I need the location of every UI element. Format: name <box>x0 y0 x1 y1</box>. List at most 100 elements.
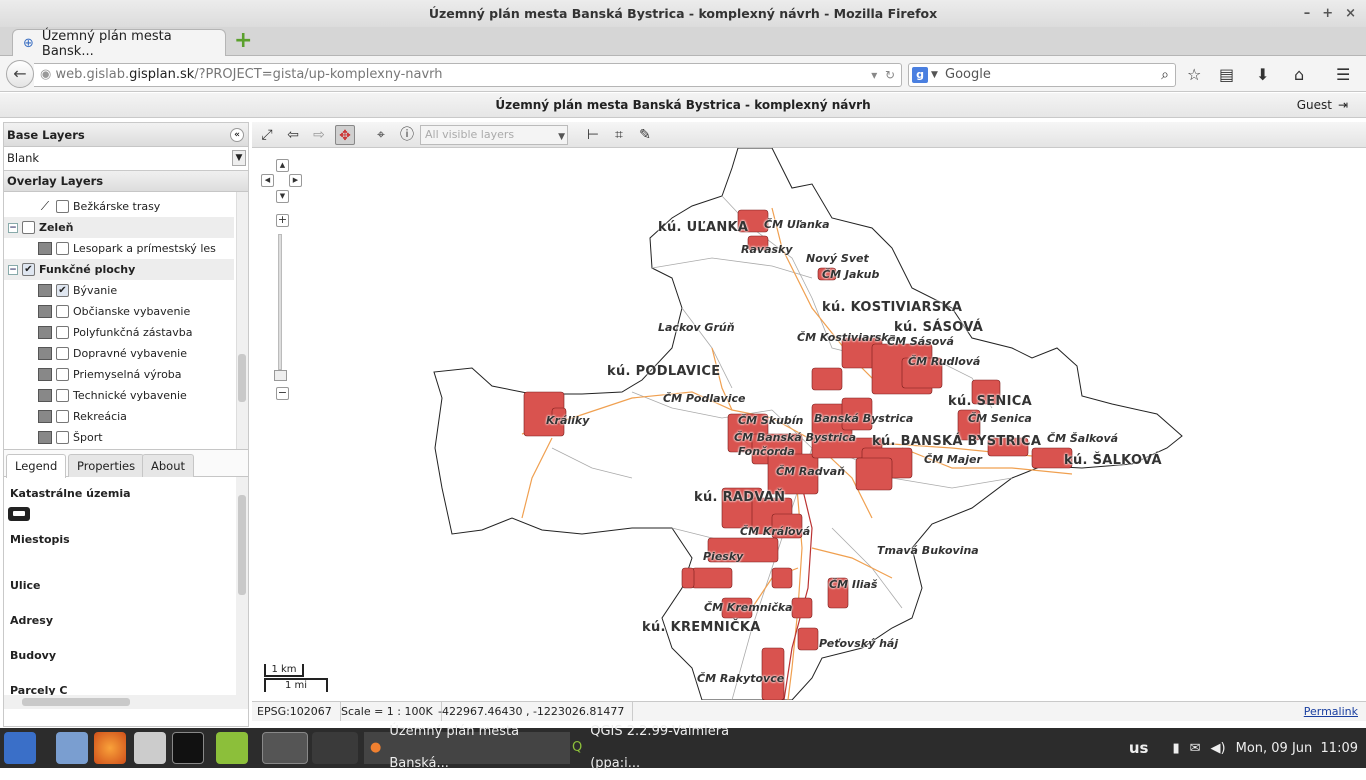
pan-tool-icon[interactable]: ✥ <box>335 125 355 145</box>
tab-about[interactable]: About <box>142 454 195 477</box>
pan-right-icon[interactable]: ▶ <box>289 174 302 187</box>
bookmark-star-icon[interactable]: ☆ <box>1187 65 1201 84</box>
tree-scrollbar[interactable] <box>236 192 248 449</box>
measure-length-icon[interactable]: ⊢ <box>583 125 603 145</box>
taskbar-qgis-window[interactable]: Q QGIS 2.2.99-Valmiera (ppa:i... <box>566 724 776 771</box>
url-bar[interactable]: ◉ web.gislab.gisplan.sk/?PROJECT=gista/u… <box>34 63 902 87</box>
volume-icon[interactable]: ◀) <box>1211 741 1226 756</box>
zoom-out-icon[interactable]: − <box>276 387 289 400</box>
keyboard-layout[interactable]: us <box>1129 739 1149 757</box>
layer-row[interactable]: Šport <box>4 427 234 448</box>
pan-down-icon[interactable]: ▼ <box>276 190 289 203</box>
collapse-icon[interactable]: − <box>8 222 18 233</box>
layer-checkbox[interactable] <box>56 326 69 339</box>
layer-checkbox[interactable] <box>56 410 69 423</box>
search-input[interactable]: g ▼ Google ⌕ <box>908 63 1176 87</box>
layer-checkbox[interactable]: ✔ <box>56 284 69 297</box>
google-icon[interactable]: g <box>912 67 928 83</box>
legend-scrollbar[interactable] <box>236 477 248 695</box>
pan-left-icon[interactable]: ◀ <box>261 174 274 187</box>
menu-icon[interactable]: ☰ <box>1336 65 1350 84</box>
layer-checkbox[interactable]: ✔ <box>22 263 35 276</box>
base-layer-select[interactable]: Blank ▼ <box>4 147 248 171</box>
clock[interactable]: Mon, 09 Jun 11:09 <box>1236 741 1358 756</box>
tab-legend[interactable]: Legend <box>6 454 67 478</box>
layer-row[interactable]: ⟋ Bežkárske trasy <box>4 196 234 217</box>
chevron-down-icon[interactable]: ▼ <box>232 150 246 166</box>
minimize-button[interactable]: – <box>1304 0 1311 27</box>
workspace-2[interactable] <box>312 732 358 764</box>
close-button[interactable]: × <box>1345 0 1356 27</box>
search-engine-dropdown-icon[interactable]: ▼ <box>931 64 938 86</box>
next-view-icon[interactable]: ⇨ <box>309 125 329 145</box>
maximize-button[interactable]: + <box>1322 0 1333 27</box>
binoculars-icon[interactable]: ⌖ <box>371 125 391 145</box>
mail-icon[interactable]: ✉ <box>1190 741 1201 756</box>
bookmarks-list-icon[interactable]: ▤ <box>1219 65 1234 84</box>
layer-checkbox[interactable] <box>56 431 69 444</box>
workspace-1[interactable] <box>262 732 308 764</box>
layer-checkbox[interactable] <box>56 347 69 360</box>
scale-mi: 1 mi <box>264 678 328 692</box>
new-tab-button[interactable]: + <box>234 30 252 52</box>
layer-checkbox[interactable] <box>56 389 69 402</box>
horizontal-scroll-thumb[interactable] <box>22 698 130 706</box>
qgis-icon[interactable] <box>216 732 248 764</box>
back-button[interactable]: ← <box>6 60 34 88</box>
layer-row[interactable]: Lesopark a prímestský les <box>4 238 234 259</box>
user-login[interactable]: Guest ⇥ <box>1297 93 1348 118</box>
layer-checkbox[interactable] <box>56 305 69 318</box>
firefox-icon[interactable] <box>94 732 126 764</box>
layer-row[interactable]: Dopravné vybavenie <box>4 343 234 364</box>
reload-icon[interactable]: ↻ <box>885 68 895 82</box>
app-title: Územný plán mesta Banská Bystrica - komp… <box>495 98 871 112</box>
layer-label: Priemyselná výroba <box>73 368 182 381</box>
draw-pencil-icon[interactable]: ✎ <box>635 125 655 145</box>
layer-filter-select[interactable]: All visible layers ▼ <box>420 125 568 145</box>
zoom-extent-icon[interactable]: ⤢ <box>257 125 277 145</box>
legend-scroll-thumb[interactable] <box>238 495 246 595</box>
zoom-slider[interactable] <box>278 234 282 370</box>
collapse-icon[interactable]: − <box>8 264 18 275</box>
layer-checkbox[interactable] <box>56 200 69 213</box>
folder-icon[interactable] <box>56 732 88 764</box>
pan-up-icon[interactable]: ▲ <box>276 159 289 172</box>
horizontal-scrollbar[interactable] <box>4 695 248 709</box>
layer-group-row[interactable]: − ✔ Funkčné plochy <box>4 259 234 280</box>
terminal-icon[interactable] <box>172 732 204 764</box>
layer-row[interactable]: Technické vybavenie <box>4 385 234 406</box>
battery-icon[interactable]: ▮ <box>1172 741 1179 756</box>
layer-group-row[interactable]: − Zeleň <box>4 217 234 238</box>
layer-checkbox[interactable] <box>56 368 69 381</box>
layer-row[interactable]: Polyfunkčná zástavba <box>4 322 234 343</box>
layer-row[interactable]: Rekreácia <box>4 406 234 427</box>
collapse-panel-icon[interactable]: « <box>230 128 244 142</box>
layer-checkbox[interactable] <box>22 221 35 234</box>
layer-row[interactable]: ✔ Bývanie <box>4 280 234 301</box>
zoom-in-icon[interactable]: + <box>276 214 289 227</box>
browser-tab[interactable]: ⊕ Územný plán mesta Bansk... <box>12 29 226 59</box>
tab-properties[interactable]: Properties <box>68 454 145 477</box>
map-label: ČM Kremnička <box>704 601 793 614</box>
measure-area-icon[interactable]: ⌗ <box>609 125 629 145</box>
info-icon[interactable]: ⓘ <box>397 125 417 145</box>
layer-row[interactable]: Priemyselná výroba <box>4 364 234 385</box>
text-editor-icon[interactable] <box>134 732 166 764</box>
previous-view-icon[interactable]: ⇦ <box>283 125 303 145</box>
polygon-layer-icon <box>38 431 52 444</box>
login-icon[interactable]: ⇥ <box>1338 93 1348 118</box>
layer-checkbox[interactable] <box>56 242 69 255</box>
start-menu-icon[interactable] <box>4 732 36 764</box>
layer-panel: Base Layers « Blank ▼ Overlay Layers ⟋ Bežk… <box>3 122 249 727</box>
search-icon[interactable]: ⌕ <box>1161 64 1169 86</box>
taskbar-firefox-window[interactable]: ● Územný plán mesta Banská... <box>364 724 570 771</box>
map-label: kú. UĽANKA <box>658 220 749 235</box>
permalink-link[interactable]: Permalink <box>1304 702 1358 721</box>
download-icon[interactable]: ⬇ <box>1256 65 1269 84</box>
chevron-down-icon[interactable]: ▼ <box>558 128 565 146</box>
layer-row[interactable]: Občianske vybavenie <box>4 301 234 322</box>
tree-scroll-thumb[interactable] <box>238 354 246 402</box>
dropdown-icon[interactable]: ▾ <box>871 68 877 82</box>
home-icon[interactable]: ⌂ <box>1294 65 1304 84</box>
zoom-slider-thumb[interactable] <box>274 370 287 381</box>
